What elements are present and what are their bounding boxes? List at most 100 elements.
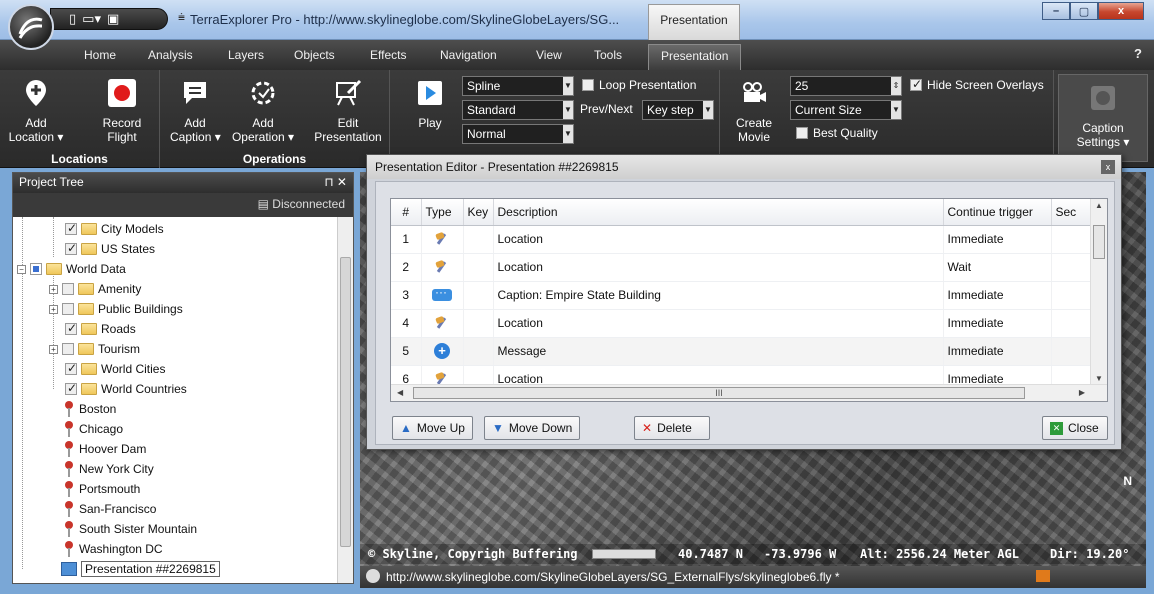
tree-node[interactable]: Washington DC <box>63 539 163 559</box>
save-icon[interactable]: ▣ <box>107 11 119 27</box>
tree-node-checkbox[interactable] <box>30 263 42 275</box>
scroll-thumb[interactable]: III <box>413 387 1025 399</box>
column-header[interactable]: Type <box>421 199 464 226</box>
tree-node-checkbox[interactable] <box>65 321 77 335</box>
tree-node-checkbox[interactable] <box>65 381 77 395</box>
add-operation-button[interactable]: Add Operation ▾ <box>226 78 300 144</box>
move-down-button[interactable]: ▼ Move Down <box>484 416 581 440</box>
tree-node[interactable]: + Amenity <box>49 279 141 299</box>
tree-node-label: World Countries <box>101 382 187 396</box>
tree-node[interactable]: New York City <box>63 459 154 479</box>
location-icon <box>434 231 450 247</box>
tab-analysis[interactable]: Analysis <box>148 48 193 62</box>
add-location-button[interactable]: Add Location ▾ <box>6 78 66 144</box>
collapse-icon[interactable]: − <box>17 264 26 274</box>
maximize-button[interactable]: ▢ <box>1070 2 1098 20</box>
tree-node[interactable]: City Models <box>65 219 164 239</box>
prev-next-select[interactable]: Key step ▼ <box>642 100 714 120</box>
connection-status: ▤ Disconnected <box>257 197 345 211</box>
tree-node-checkbox[interactable] <box>65 221 77 235</box>
app-logo-icon[interactable] <box>8 4 54 50</box>
create-movie-button[interactable]: Create Movie <box>734 78 774 144</box>
expand-icon[interactable]: + <box>49 284 58 294</box>
column-header[interactable]: Description <box>493 199 944 226</box>
minimize-button[interactable]: – <box>1042 2 1070 20</box>
caption-settings-button[interactable]: Caption Settings ▾ <box>1058 74 1148 162</box>
table-row[interactable]: 1 Location Immediate <box>391 225 1092 254</box>
tree-node[interactable]: Chicago <box>63 419 123 439</box>
close-window-button[interactable]: x <box>1098 2 1144 20</box>
tree-node[interactable]: Portsmouth <box>63 479 140 499</box>
close-button[interactable]: ✕ Close <box>1042 416 1108 440</box>
tree-node[interactable]: Roads <box>65 319 136 339</box>
tree-node[interactable]: Hoover Dam <box>63 439 146 459</box>
add-caption-button[interactable]: Add Caption ▾ <box>170 78 221 144</box>
expand-icon[interactable]: + <box>49 304 58 314</box>
column-header[interactable]: Continue trigger <box>943 199 1052 226</box>
dialog-close-icon[interactable]: x <box>1101 160 1115 174</box>
column-header[interactable]: Sec <box>1051 199 1092 226</box>
tree-node[interactable]: South Sister Mountain <box>63 519 197 539</box>
location-icon <box>434 259 450 275</box>
caption-icon <box>180 78 210 108</box>
open-folder-icon[interactable]: ▭▾ <box>82 11 101 27</box>
tree-node[interactable]: World Cities <box>65 359 165 379</box>
expand-icon[interactable]: + <box>49 344 58 354</box>
new-file-icon[interactable]: ▯ <box>69 11 76 27</box>
tree-node[interactable]: US States <box>65 239 155 259</box>
mode-select[interactable]: Standard ▼ <box>462 100 574 120</box>
tree-node[interactable]: Boston <box>63 399 116 419</box>
fps-stepper[interactable]: 25 ⇕ <box>790 76 902 96</box>
tab-presentation[interactable]: Presentation <box>648 44 742 70</box>
tab-layers[interactable]: Layers <box>228 48 264 62</box>
scroll-down-icon[interactable]: ▼ <box>1095 374 1103 383</box>
column-header[interactable]: # <box>391 199 422 226</box>
delete-button[interactable]: ✕ Delete <box>634 416 710 440</box>
tree-node-checkbox[interactable] <box>65 361 77 375</box>
tree-node-checkbox[interactable] <box>62 303 74 315</box>
loop-presentation-checkbox[interactable]: Loop Presentation <box>582 78 696 92</box>
speed-select[interactable]: Normal ▼ <box>462 124 574 144</box>
qat-customize-icon[interactable]: ⩧ <box>178 10 185 25</box>
tree-node[interactable]: + Public Buildings <box>49 299 183 319</box>
edit-presentation-button[interactable]: Edit Presentation <box>310 78 386 144</box>
tab-home[interactable]: Home <box>84 48 116 62</box>
scroll-right-icon[interactable]: ▶ <box>1079 388 1085 397</box>
notification-icon[interactable] <box>1036 570 1050 582</box>
help-icon[interactable]: ? <box>1134 46 1142 61</box>
tab-objects[interactable]: Objects <box>294 48 335 62</box>
grid-horizontal-scrollbar[interactable]: ◀ III ▶ <box>391 384 1107 401</box>
scroll-up-icon[interactable]: ▲ <box>1095 201 1103 210</box>
record-flight-button[interactable]: Record Flight <box>92 78 152 144</box>
movie-camera-icon <box>739 78 769 108</box>
tree-node-checkbox[interactable] <box>62 343 74 355</box>
folder-icon <box>81 223 97 235</box>
hide-screen-overlays-checkbox[interactable]: Hide Screen Overlays <box>910 77 1044 92</box>
pin-close-icon[interactable]: ⊓ ✕ <box>324 175 347 189</box>
movie-size-select[interactable]: Current Size ▼ <box>790 100 902 120</box>
column-header[interactable]: Key <box>463 199 494 226</box>
tree-node[interactable]: World Countries <box>65 379 187 399</box>
move-up-button[interactable]: ▲ Move Up <box>392 416 473 440</box>
scroll-left-icon[interactable]: ◀ <box>397 388 403 397</box>
table-row[interactable]: 3 Caption: Empire State BuildingImmediate <box>391 281 1092 310</box>
tab-tools[interactable]: Tools <box>594 48 622 62</box>
tree-node[interactable]: San-Francisco <box>63 499 156 519</box>
tree-node[interactable]: Presentation ##2269815 <box>61 559 220 579</box>
table-row[interactable]: 4 Location Immediate <box>391 309 1092 338</box>
record-icon <box>107 78 137 108</box>
tab-navigation[interactable]: Navigation <box>440 48 497 62</box>
best-quality-checkbox[interactable]: Best Quality <box>796 126 878 140</box>
tree-node-checkbox[interactable] <box>62 283 74 295</box>
play-button[interactable]: Play <box>410 78 450 130</box>
tab-view[interactable]: View <box>536 48 562 62</box>
interpolation-select[interactable]: Spline ▼ <box>462 76 574 96</box>
table-row[interactable]: 5 + Message Immediate <box>391 337 1092 366</box>
table-row[interactable]: 2 Location Wait <box>391 253 1092 282</box>
tree-node[interactable]: − World Data <box>17 259 126 279</box>
tree-node[interactable]: + Tourism <box>49 339 140 359</box>
grid-vertical-scrollbar[interactable]: ▲ ▼ <box>1090 199 1107 385</box>
tree-scrollbar[interactable] <box>337 217 353 583</box>
tab-effects[interactable]: Effects <box>370 48 406 62</box>
tree-node-checkbox[interactable] <box>65 241 77 255</box>
